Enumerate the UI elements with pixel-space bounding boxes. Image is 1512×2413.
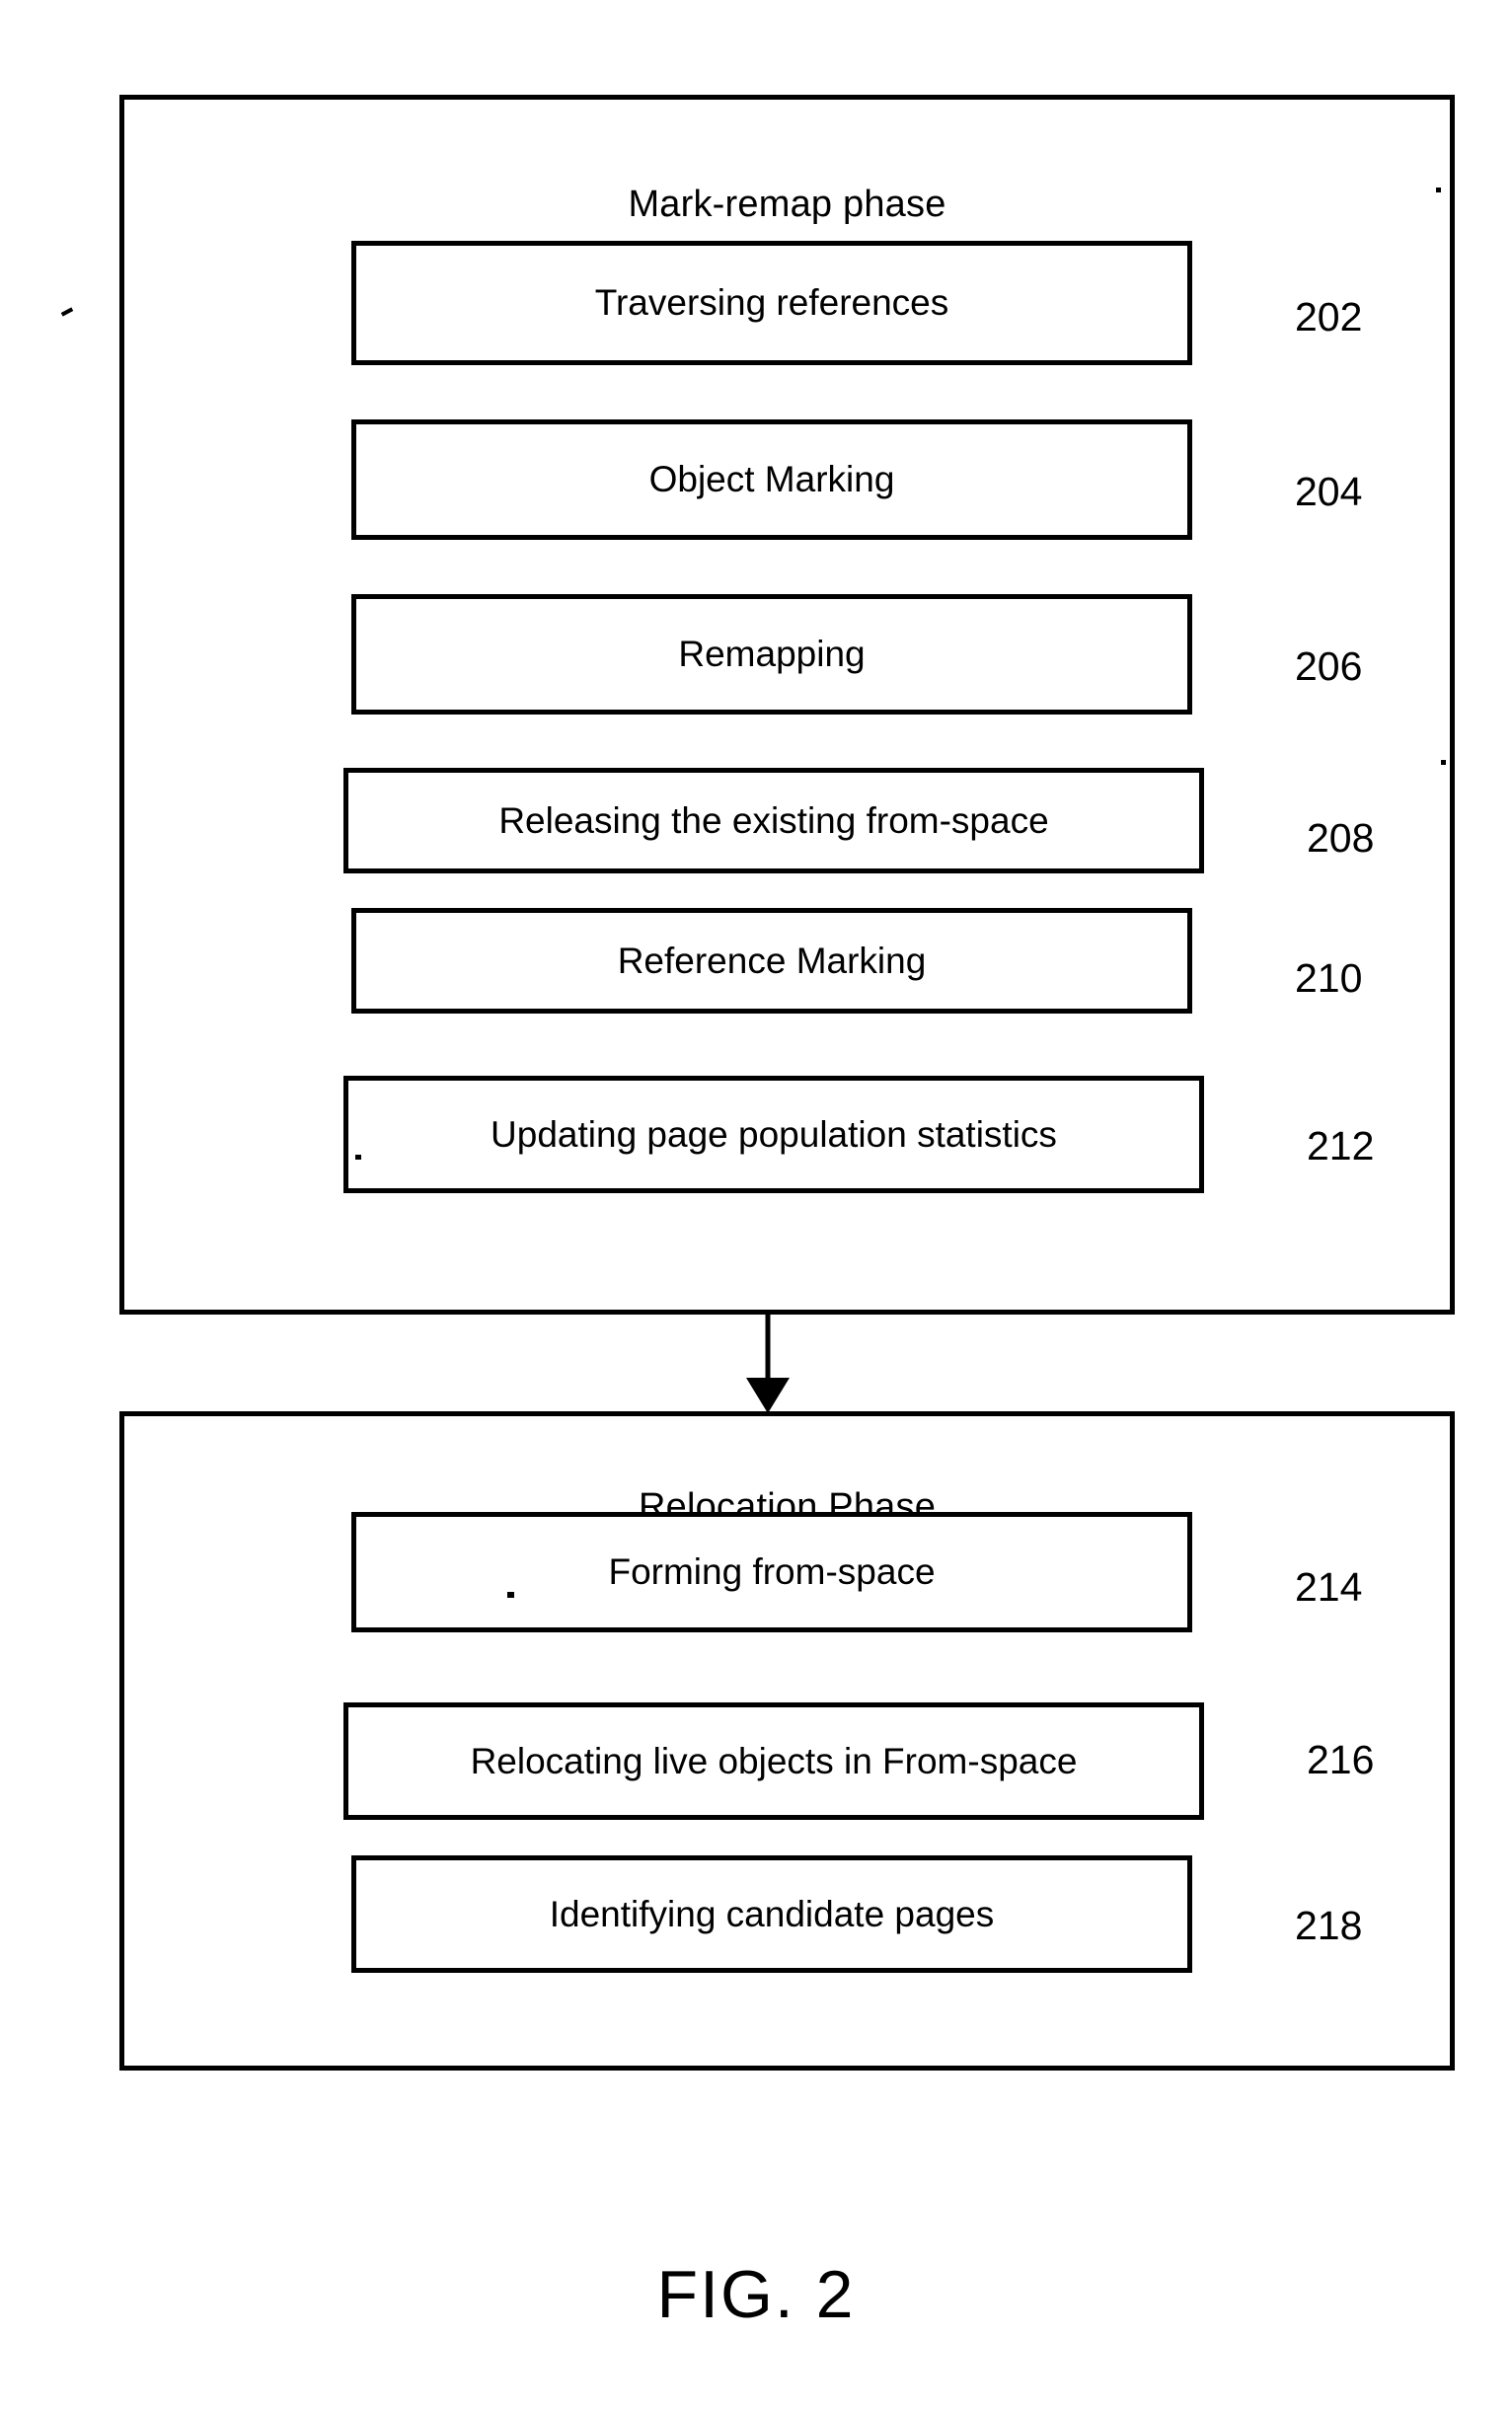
scan-speck <box>1436 188 1441 192</box>
scan-speck <box>355 1155 361 1160</box>
step-label-214: Forming from-space <box>608 1551 936 1592</box>
step-box-relocating-live-objects[interactable]: Relocating live objects in From-space <box>343 1702 1204 1820</box>
figure-caption: FIG. 2 <box>656 2257 856 2332</box>
arrow-phase1-to-phase2 <box>746 1315 790 1413</box>
ref-numeral-212: 212 <box>1307 1123 1375 1169</box>
step-box-releasing-from-space[interactable]: Releasing the existing from-space <box>343 768 1204 873</box>
ref-numeral-214: 214 <box>1295 1564 1363 1610</box>
ref-numeral-216: 216 <box>1307 1737 1375 1782</box>
step-box-remapping[interactable]: Remapping <box>351 594 1192 715</box>
scan-speck <box>507 1592 514 1598</box>
step-box-traversing-references[interactable]: Traversing references <box>351 241 1192 365</box>
step-label-206: Remapping <box>678 634 866 674</box>
ref-numeral-204: 204 <box>1295 469 1363 514</box>
step-label-208: Releasing the existing from-space <box>498 799 1049 841</box>
step-label-202: Traversing references <box>594 282 949 323</box>
step-box-object-marking[interactable]: Object Marking <box>351 419 1192 540</box>
step-label-216: Relocating live objects in From-space <box>470 1740 1078 1781</box>
ref-numeral-218: 218 <box>1295 1903 1363 1948</box>
step-box-identifying-candidate-pages[interactable]: Identifying candidate pages <box>351 1855 1192 1973</box>
patent-figure: Mark-remap phase Traversing references O… <box>0 0 1512 2413</box>
scan-speck <box>1441 760 1446 765</box>
ref-numeral-206: 206 <box>1295 643 1363 689</box>
ref-numeral-208: 208 <box>1307 815 1375 861</box>
phase-title-mark-remap: Mark-remap phase <box>628 184 946 225</box>
step-label-218: Identifying candidate pages <box>549 1893 995 1934</box>
step-label-204: Object Marking <box>648 459 895 499</box>
step-box-updating-page-population-statistics[interactable]: Updating page population statistics <box>343 1076 1204 1193</box>
ref-numeral-210: 210 <box>1295 955 1363 1001</box>
step-label-210: Reference Marking <box>617 940 927 981</box>
step-box-reference-marking[interactable]: Reference Marking <box>351 908 1192 1014</box>
step-box-forming-from-space[interactable]: Forming from-space <box>351 1512 1192 1632</box>
ref-numeral-202: 202 <box>1295 294 1363 339</box>
step-label-212: Updating page population statistics <box>491 1113 1057 1155</box>
